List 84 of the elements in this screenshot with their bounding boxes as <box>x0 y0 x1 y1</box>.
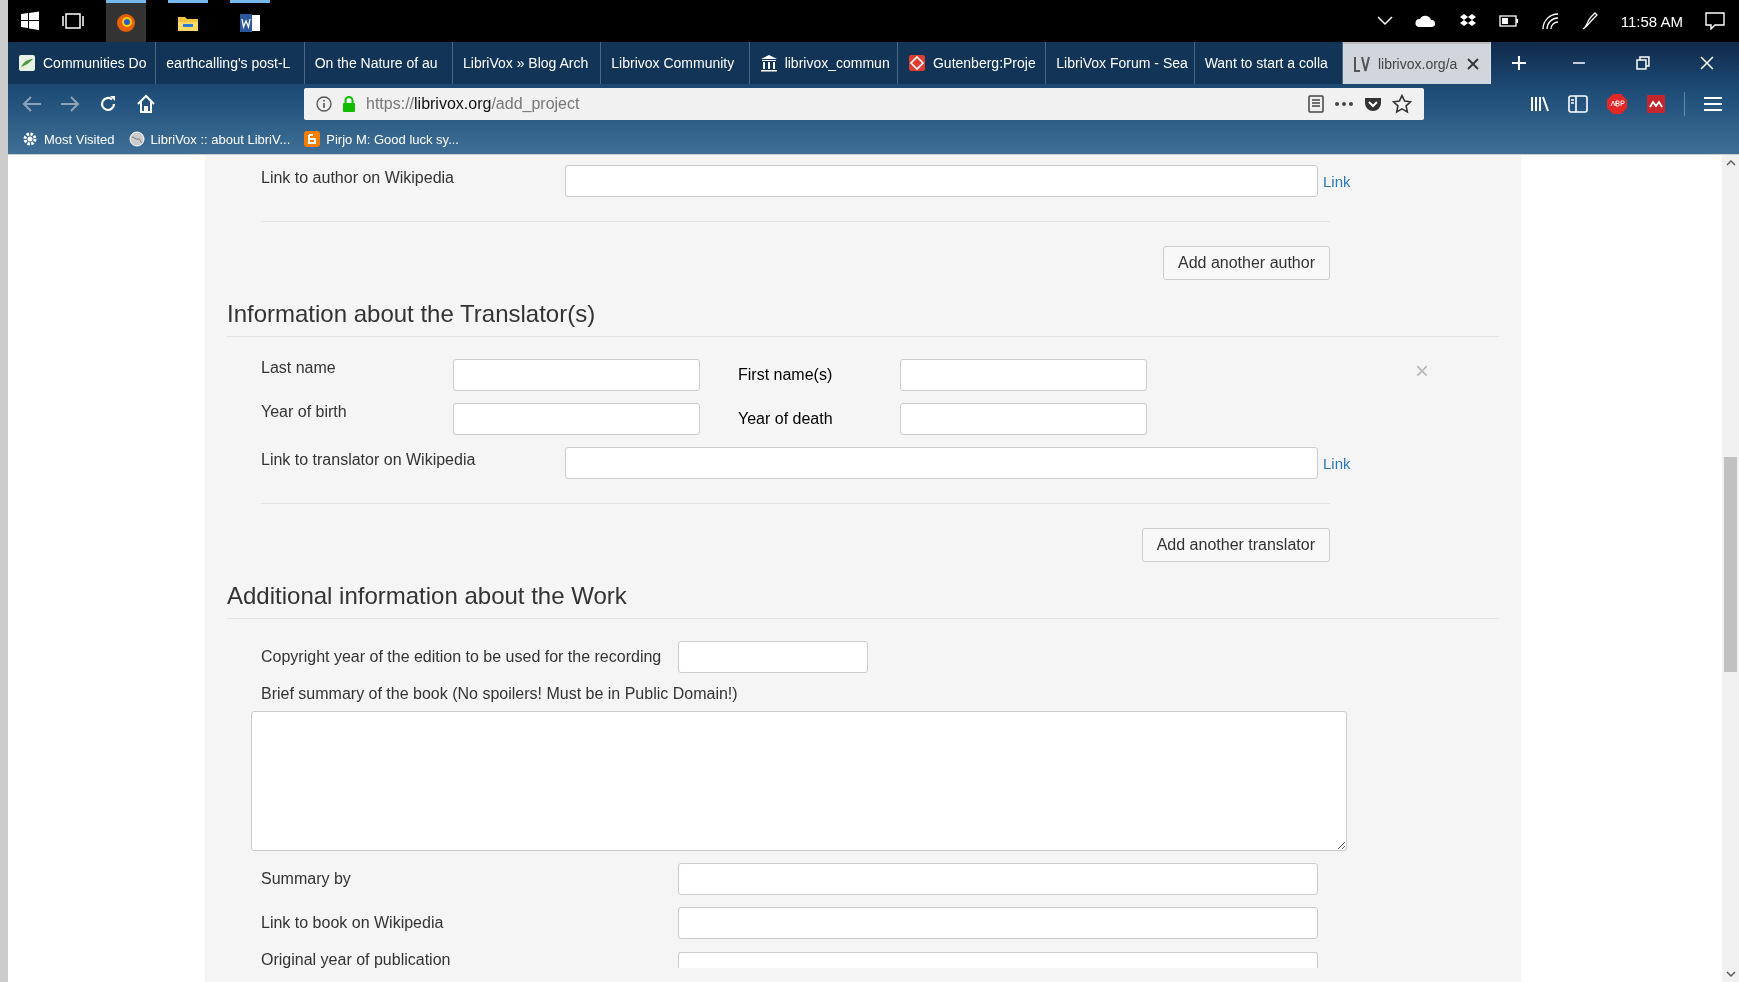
scrollbar[interactable] <box>1722 155 1739 982</box>
new-tab-icon[interactable] <box>1511 55 1528 71</box>
field-label: Copyright year of the edition to be used for the recording <box>261 648 663 666</box>
notification-icon[interactable] <box>1705 12 1725 30</box>
add-translator-button[interactable]: Add another translator <box>1141 528 1330 562</box>
add-author-button[interactable]: Add another author <box>1163 246 1330 280</box>
box-drop-icon[interactable] <box>1458 13 1477 29</box>
browser-icon[interactable] <box>115 11 137 34</box>
lv-letters-icon <box>1352 55 1371 73</box>
page-favicon-icon <box>18 54 36 72</box>
close-icon[interactable] <box>1700 56 1714 70</box>
field-label: Year of birth <box>261 403 348 421</box>
input-field[interactable] <box>565 447 1318 479</box>
input-field[interactable] <box>565 165 1318 197</box>
info-icon[interactable] <box>316 96 332 112</box>
home-icon[interactable] <box>136 94 156 114</box>
section-heading: Additional information about the Work <box>227 582 628 610</box>
diamond-logo-icon <box>907 54 926 72</box>
wiki-link[interactable]: Link <box>1323 454 1351 472</box>
word-document-icon[interactable] <box>239 12 261 33</box>
scroll-down-icon[interactable] <box>1725 970 1736 978</box>
input-field[interactable] <box>900 403 1147 435</box>
input-field[interactable] <box>678 952 1318 968</box>
browser-tab[interactable]: Want to start a colla <box>1194 42 1343 84</box>
wifi-icon[interactable] <box>1540 12 1559 30</box>
battery-icon[interactable] <box>1498 15 1519 27</box>
input-field[interactable] <box>678 863 1318 895</box>
columns-building-icon <box>759 54 778 72</box>
browser-tab[interactable]: librivox.org/a <box>1342 42 1492 84</box>
extension-icon[interactable] <box>1646 94 1666 114</box>
task-view-icon[interactable] <box>62 12 84 30</box>
scroll-up-icon[interactable] <box>1725 159 1736 167</box>
back-arrow-icon[interactable] <box>22 95 42 113</box>
restore-icon[interactable] <box>1636 56 1651 70</box>
field-label: Last name <box>261 359 337 377</box>
chevron-up-icon[interactable] <box>1376 16 1393 26</box>
field-label: First name(s) <box>737 366 834 384</box>
library-icon[interactable] <box>1530 95 1550 113</box>
star-icon[interactable] <box>1392 94 1412 114</box>
browser-tab[interactable]: librivox_commun <box>749 42 898 84</box>
field-label: Summary by <box>261 870 352 888</box>
cloud-icon[interactable] <box>1414 14 1437 28</box>
browser-tab[interactable]: Communities Do <box>8 42 157 84</box>
field-label: Original year of publication <box>261 951 452 969</box>
url-text: https://librivox.org/add_project <box>366 95 580 113</box>
wiki-link[interactable]: Link <box>1323 172 1351 190</box>
scrollbar-thumb[interactable] <box>1724 457 1737 672</box>
pen-icon[interactable] <box>1580 11 1599 31</box>
more-dots-icon[interactable] <box>1334 101 1354 107</box>
section-heading: Information about the Translator(s) <box>227 300 597 328</box>
input-field[interactable] <box>678 907 1318 939</box>
address-bar[interactable]: https://librivox.org/add_project <box>304 88 1424 120</box>
clock-time[interactable]: 11:58 AM <box>1620 12 1683 30</box>
field-label: Link to book on Wikipedia <box>261 914 445 932</box>
bookmark-item[interactable]: LibriVox :: about LibriV... <box>128 131 291 147</box>
globe-icon <box>128 131 145 147</box>
input-field[interactable] <box>900 359 1147 391</box>
sidebar-icon[interactable] <box>1568 95 1588 113</box>
reader-view-icon[interactable] <box>1308 95 1324 113</box>
browser-tab[interactable]: earthcalling's post-L <box>156 42 305 84</box>
input-field[interactable] <box>453 359 700 391</box>
browser-tab[interactable]: Gutenberg:Proje <box>897 42 1047 84</box>
adblock-icon[interactable] <box>1606 93 1628 115</box>
field-label: Year of death <box>737 410 834 428</box>
padlock-icon <box>342 96 356 112</box>
field-label: Brief summary of the book (No spoilers! Must be in Public Domain!) <box>260 685 739 703</box>
pocket-icon[interactable] <box>1364 96 1382 112</box>
browser-tab[interactable]: LibriVox » Blog Arch <box>453 42 602 84</box>
bookmark-item[interactable]: Pirjo M: Good luck sy... <box>304 131 459 147</box>
browser-tab[interactable]: On the Nature of au <box>304 42 453 84</box>
windows-start-icon[interactable] <box>20 11 40 31</box>
blog-b-icon <box>304 131 321 147</box>
menu-icon[interactable] <box>1703 96 1723 112</box>
gear-icon <box>22 131 38 147</box>
field-label: Link to author on Wikipedia <box>261 169 455 187</box>
reload-icon[interactable] <box>98 94 118 114</box>
field-label: Link to translator on Wikipedia <box>261 451 477 469</box>
browser-tab[interactable]: LibriVox Forum - Sea <box>1046 42 1195 84</box>
input-field[interactable] <box>453 403 700 435</box>
bookmark-item[interactable]: Most Visited <box>22 131 115 147</box>
forward-arrow-icon[interactable] <box>60 95 80 113</box>
close-tab-icon[interactable] <box>1466 57 1481 71</box>
browser-tab[interactable]: Librivox Community <box>601 42 750 84</box>
input-field[interactable] <box>678 641 868 673</box>
